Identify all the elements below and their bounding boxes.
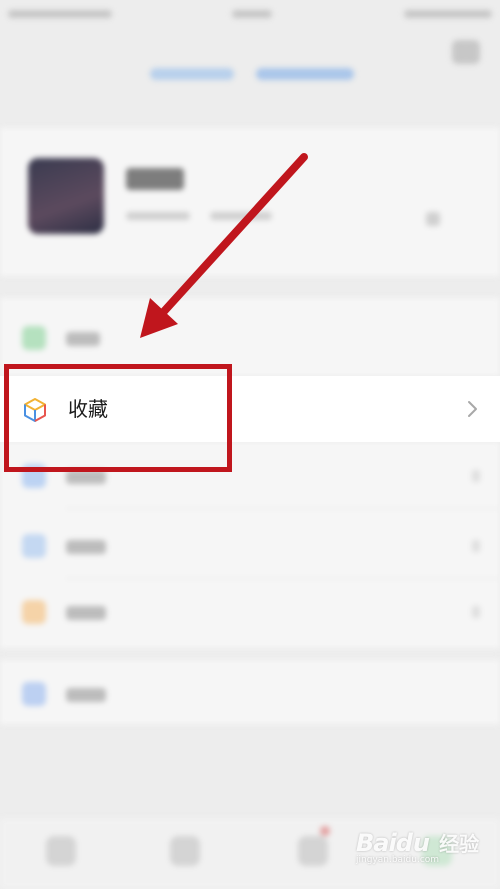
profile-card[interactable]	[0, 128, 500, 276]
header	[0, 30, 500, 125]
more-menu-icon[interactable]	[452, 40, 480, 64]
avatar	[28, 158, 104, 234]
watermark-text: 经验	[439, 832, 480, 856]
status-bar	[0, 0, 500, 30]
baidu-jingyan-watermark: Baidu 经验 jingyan.baidu.com	[356, 828, 496, 878]
profile-name	[126, 168, 184, 190]
blurred-section-bottom	[0, 660, 500, 724]
watermark-logo-suffix: du	[395, 829, 430, 857]
chevron-right-icon	[466, 400, 480, 418]
watermark-logo: Bai	[356, 829, 397, 857]
blurred-section-middle	[0, 442, 500, 648]
highlight-box	[4, 364, 232, 472]
